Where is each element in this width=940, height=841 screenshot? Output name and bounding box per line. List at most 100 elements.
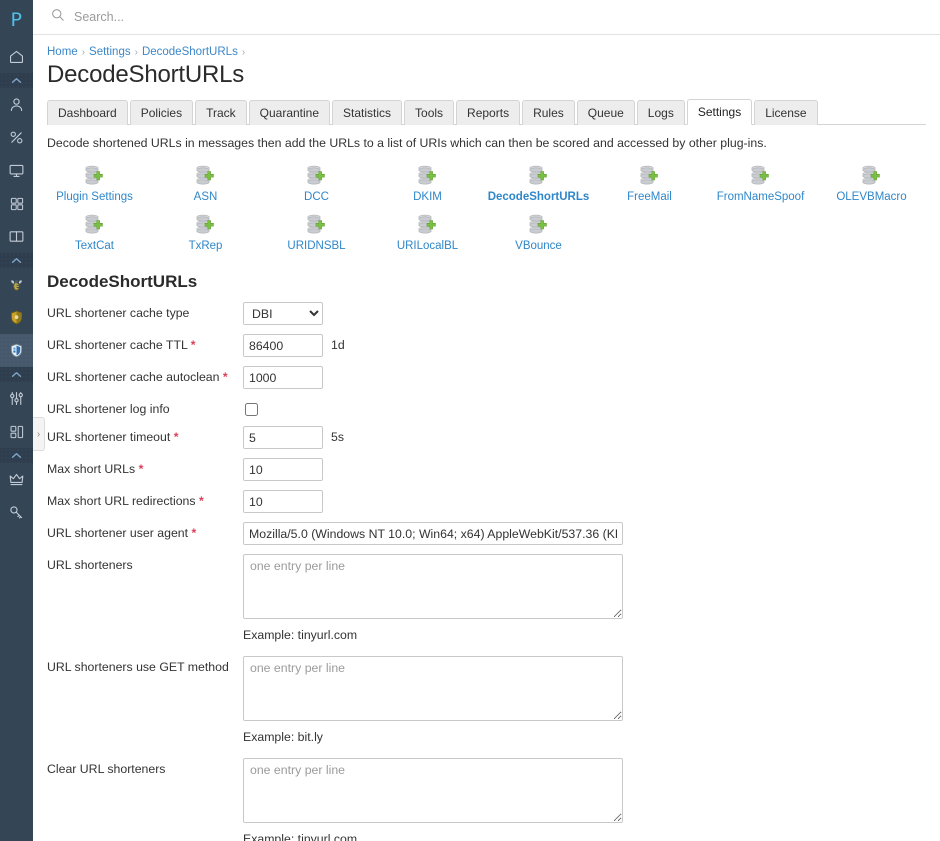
sidebar-item-monitor[interactable] — [0, 154, 33, 187]
control-shorteners — [243, 554, 623, 619]
plugin-tile-label: DCC — [304, 191, 329, 203]
clear-shorteners-example: Example: tinyurl.com — [243, 832, 358, 841]
sidebar-item-license[interactable] — [0, 463, 33, 496]
label-text: Max short URLs — [47, 462, 136, 476]
label-timeout: URL shortener timeout * — [47, 426, 243, 445]
sidebar-item-user[interactable] — [0, 88, 33, 121]
sidebar-item-bee[interactable] — [0, 268, 33, 301]
label-text: URL shortener cache TTL — [47, 338, 188, 352]
max-redirections-input[interactable] — [243, 490, 323, 513]
control-shorteners-get — [243, 656, 623, 721]
db-plus-icon — [416, 213, 440, 237]
shield-icon — [8, 309, 25, 326]
plugin-tile-asn[interactable]: ASN — [150, 160, 261, 209]
tab-queue[interactable]: Queue — [576, 100, 635, 125]
tab-license[interactable]: License — [754, 100, 818, 125]
tab-quarantine[interactable]: Quarantine — [248, 100, 331, 125]
db-plus-icon — [83, 213, 107, 237]
label-clear-shorteners: Clear URL shorteners — [47, 762, 166, 776]
field-row-clear-shorteners: Clear URL shorteners — [47, 758, 926, 823]
breadcrumb-home[interactable]: Home — [47, 46, 78, 58]
plugin-tile-vbounce[interactable]: VBounce — [483, 209, 594, 258]
label-cache-type: URL shortener cache type — [47, 306, 190, 320]
collapse-chevron[interactable] — [0, 253, 33, 268]
collapse-chevron[interactable] — [0, 367, 33, 382]
plugin-tile-dcc[interactable]: DCC — [261, 160, 372, 209]
top-bar — [33, 0, 940, 35]
sidebar-item-keys[interactable] — [0, 496, 33, 529]
plugin-tile-label: TextCat — [75, 240, 114, 252]
sidebar-item-rates[interactable] — [0, 121, 33, 154]
sidebar-item-settings[interactable] — [0, 382, 33, 415]
field-row-log-info: URL shortener log info — [47, 398, 926, 417]
max-short-urls-input[interactable] — [243, 458, 323, 481]
plugin-tile-textcat[interactable]: TextCat — [39, 209, 150, 258]
tab-logs[interactable]: Logs — [636, 100, 685, 125]
grid-icon — [9, 196, 25, 212]
control-cache-type: DBI — [243, 302, 323, 325]
sidebar-item-protection[interactable] — [0, 334, 33, 367]
timeout-input[interactable] — [243, 426, 323, 449]
tab-track[interactable]: Track — [195, 100, 247, 125]
label-shorteners-get: URL shorteners use GET method — [47, 660, 229, 674]
tab-dashboard[interactable]: Dashboard — [47, 100, 128, 125]
tab-reports[interactable]: Reports — [456, 100, 521, 125]
plugin-tile-freemail[interactable]: FreeMail — [594, 160, 705, 209]
control-log-info — [243, 398, 258, 416]
plugin-tile-dkim[interactable]: DKIM — [372, 160, 483, 209]
modules-icon — [9, 424, 25, 440]
shorteners-example: Example: tinyurl.com — [243, 628, 358, 642]
tab-tools[interactable]: Tools — [404, 100, 455, 125]
field-row-user-agent: URL shortener user agent * — [47, 522, 926, 545]
collapse-chevron[interactable] — [0, 448, 33, 463]
page-content: Home › Settings › DecodeShortURLs › DecodeSho… — [33, 35, 940, 841]
plugin-tile-uridnsbl[interactable]: URIDNSBL — [261, 209, 372, 258]
plugin-tile-olevbmacro[interactable]: OLEVBMacro — [816, 160, 927, 209]
cache-type-select[interactable]: DBI — [243, 302, 323, 325]
plugin-tile-label: DKIM — [413, 191, 442, 203]
tab-policies[interactable]: Policies — [129, 100, 194, 125]
shorteners-get-textarea[interactable] — [243, 656, 623, 721]
tab-statistics[interactable]: Statistics — [332, 100, 403, 125]
tab-settings[interactable]: Settings — [686, 99, 753, 125]
control-max-short-urls — [243, 458, 323, 481]
breadcrumb-settings[interactable]: Settings — [89, 46, 131, 58]
search-input[interactable] — [74, 10, 374, 24]
sidebar-item-home[interactable] — [0, 40, 33, 73]
sidebar-item-apps[interactable] — [0, 187, 33, 220]
log-info-checkbox[interactable] — [245, 403, 258, 416]
plugin-tile-txrep[interactable]: TxRep — [150, 209, 261, 258]
sidebar-item-shield[interactable] — [0, 301, 33, 334]
plugin-tile-urilocalbl[interactable]: URILocalBL — [372, 209, 483, 258]
cache-ttl-input[interactable] — [243, 334, 323, 357]
required-marker: * — [138, 462, 144, 476]
field-row-timeout: URL shortener timeout * 5s — [47, 426, 926, 449]
collapse-chevron[interactable] — [0, 73, 33, 88]
left-sidebar: P — [0, 0, 33, 841]
plugin-tile-label: TxRep — [188, 240, 223, 252]
breadcrumb-current[interactable]: DecodeShortURLs — [142, 46, 238, 58]
collapse-chevron — [11, 452, 22, 459]
plugin-tile-label: FreeMail — [627, 191, 672, 203]
shield-blue-icon — [8, 342, 25, 359]
timeout-hint: 5s — [331, 430, 344, 444]
label-shorteners: URL shorteners — [47, 558, 133, 572]
label-max-short-urls: Max short URLs * — [47, 458, 243, 477]
label-text: URL shortener user agent — [47, 526, 189, 540]
tab-bar: Dashboard Policies Track Quarantine Statisti… — [47, 98, 926, 125]
plugin-tile-decodeshorturls[interactable]: DecodeShortURLs — [483, 160, 594, 209]
sidebar-item-modules[interactable] — [0, 415, 33, 448]
shorteners-textarea[interactable] — [243, 554, 623, 619]
panel-expand-handle[interactable]: › — [33, 417, 45, 451]
sidebar-item-docs[interactable] — [0, 220, 33, 253]
control-cache-ttl: 1d — [243, 334, 345, 357]
tab-rules[interactable]: Rules — [522, 100, 575, 125]
clear-shorteners-textarea[interactable] — [243, 758, 623, 823]
plugin-tile-fromnamespoof[interactable]: FromNameSpoof — [705, 160, 816, 209]
plugin-tile-plugin-settings[interactable]: Plugin Settings — [39, 160, 150, 209]
cache-autoclean-input[interactable] — [243, 366, 323, 389]
brand-logo[interactable]: P — [0, 0, 33, 40]
user-agent-input[interactable] — [243, 522, 623, 545]
field-row-cache-ttl: URL shortener cache TTL * 1d — [47, 334, 926, 357]
label-user-agent: URL shortener user agent * — [47, 522, 243, 541]
